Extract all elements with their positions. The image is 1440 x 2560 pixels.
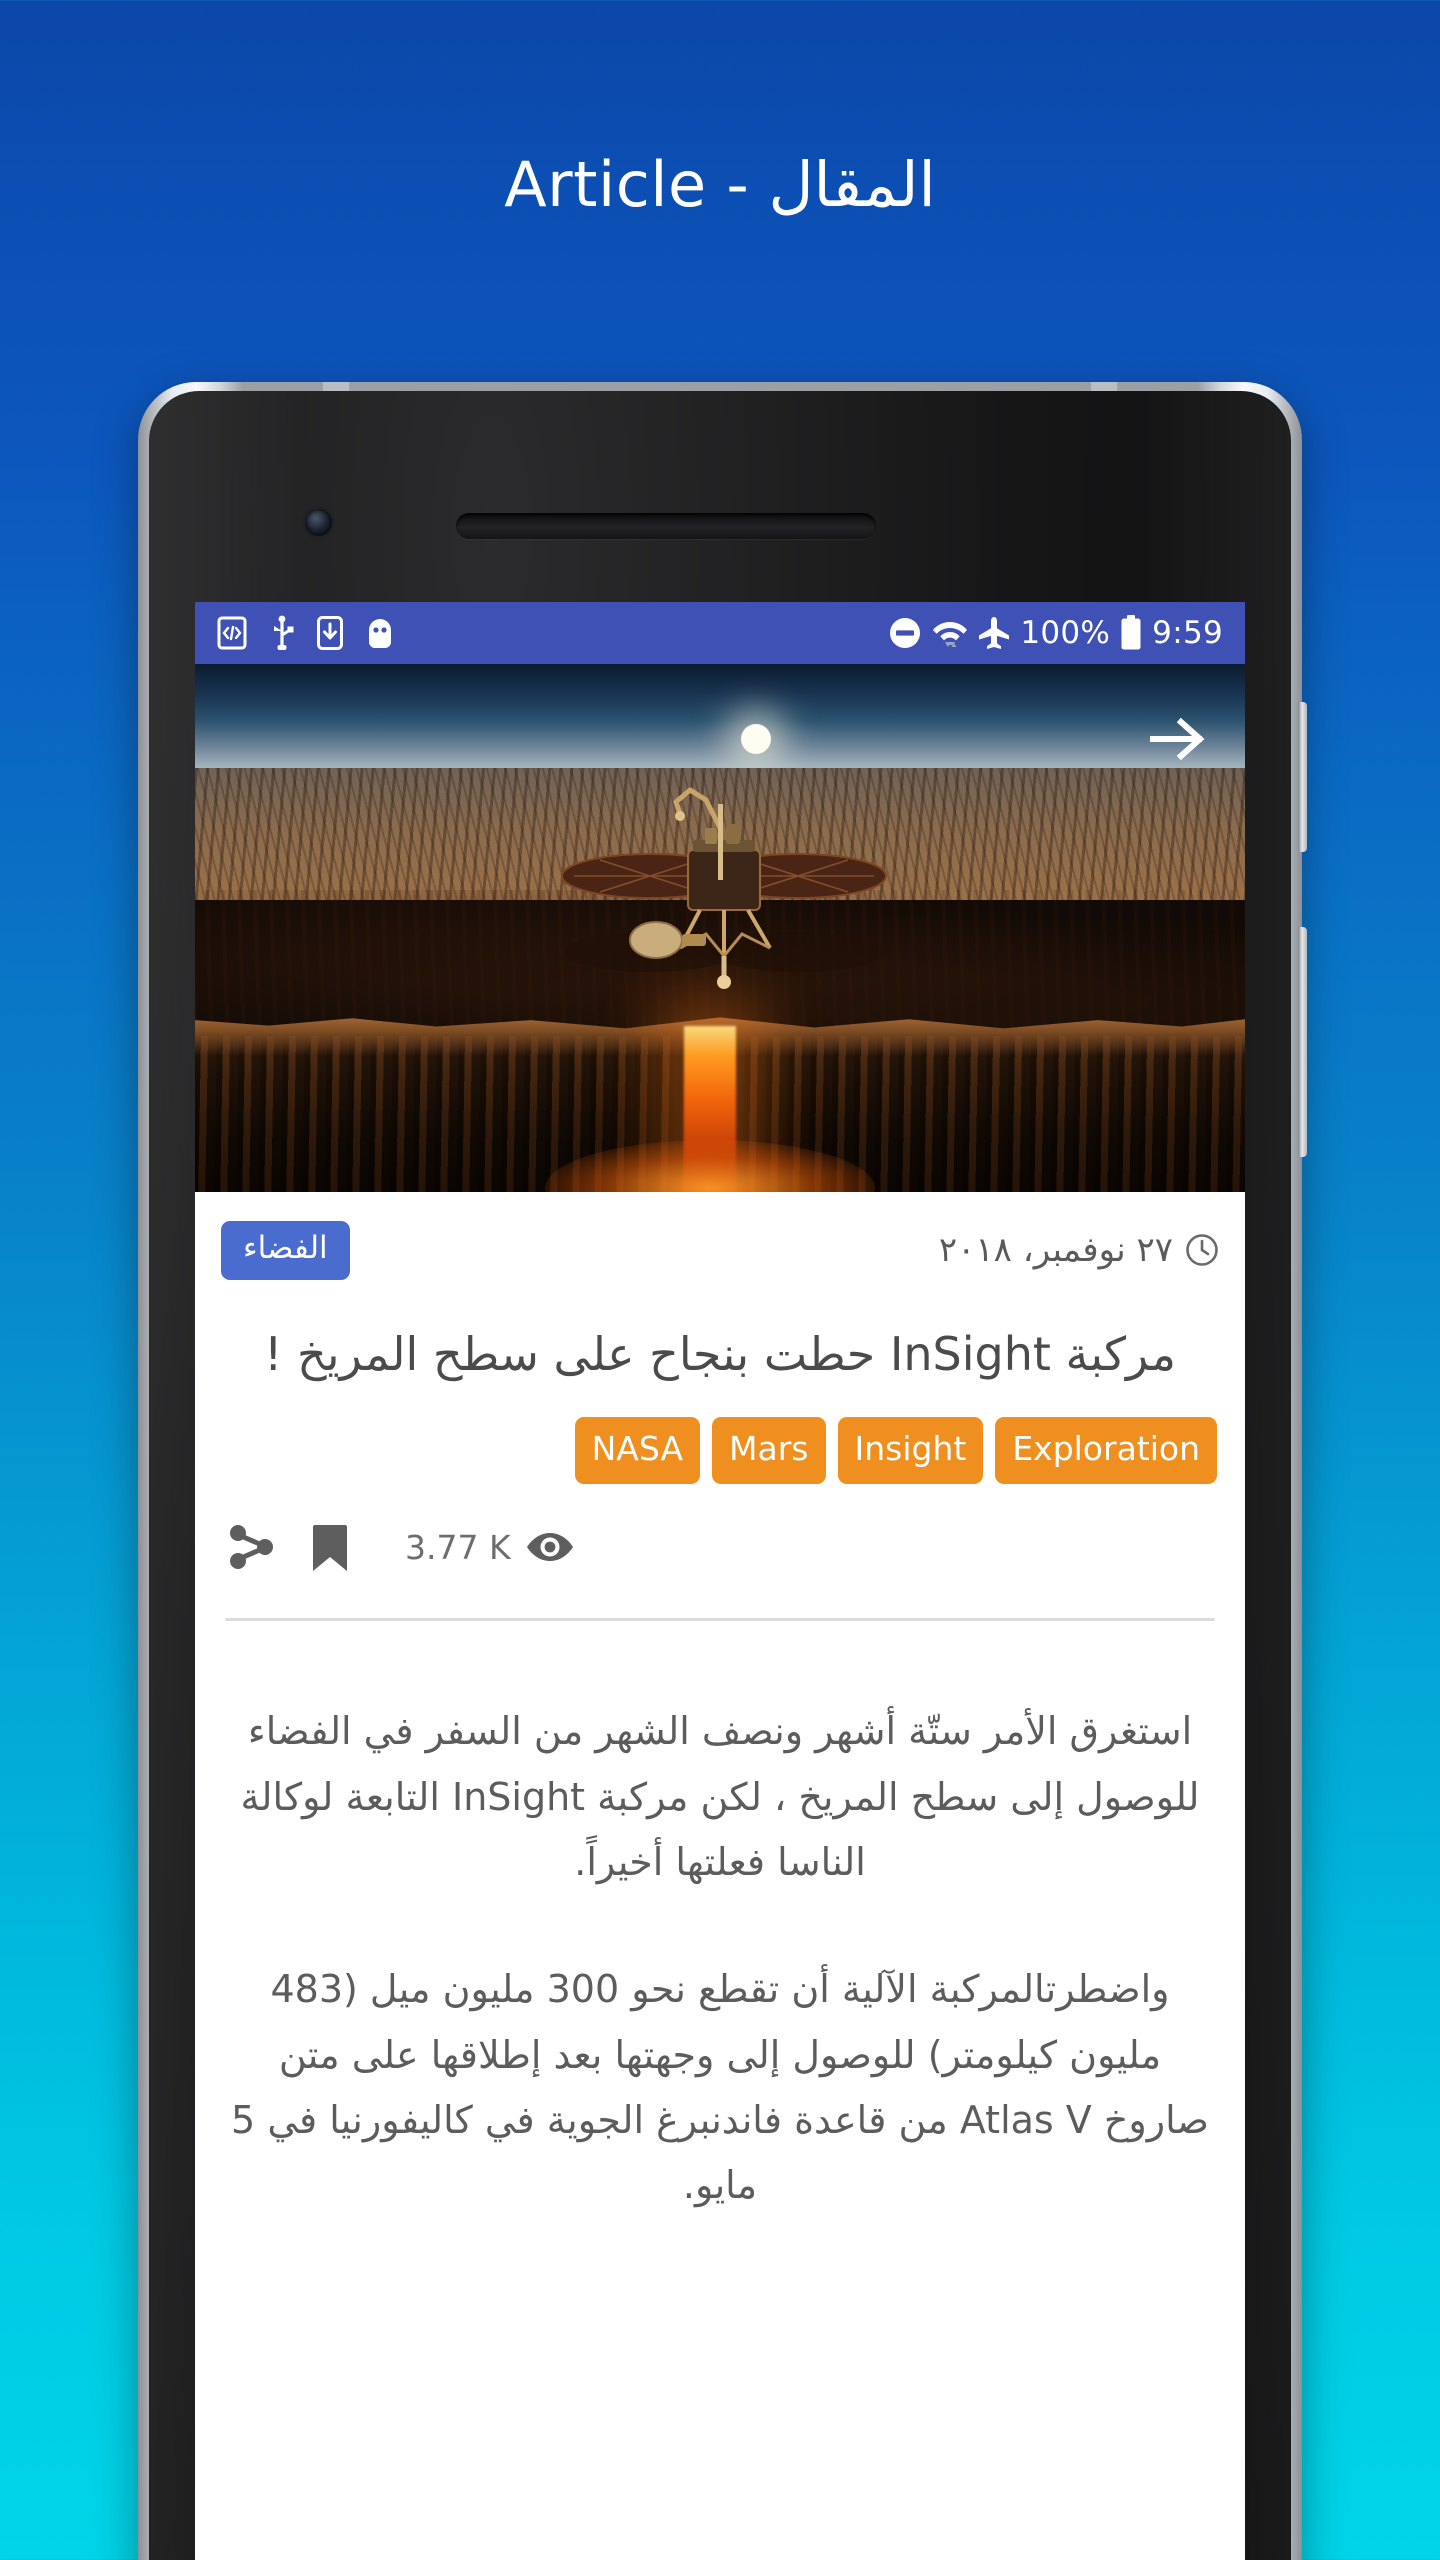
hero-sun [741, 724, 771, 754]
do-not-disturb-icon [890, 618, 921, 648]
android-head-icon [369, 619, 391, 648]
article-meta-row: ٢٧ نوفمبر، ٢٠١٨ الفضاء [221, 1192, 1219, 1308]
front-camera-icon [305, 509, 332, 536]
views-counter: 3.77 K [405, 1528, 575, 1567]
developer-mode-icon [217, 616, 247, 650]
download-icon [317, 616, 343, 650]
power-button[interactable] [1298, 927, 1307, 1157]
tag-chip[interactable]: NASA [574, 1417, 701, 1485]
phone-mockup: 100% 9:59 ٢٧ نوفمبر، ٢٠١٨ الفضاء مركبة I… [138, 382, 1307, 2560]
article-tags: NASA Mars Insight Exploration [221, 1391, 1219, 1485]
article-date-label: ٢٧ نوفمبر، ٢٠١٨ [938, 1230, 1173, 1270]
article-title: مركبة InSight حطت بنجاح على سطح المريخ ! [263, 1327, 1177, 1381]
tag-chip[interactable]: Insight [837, 1417, 984, 1485]
tag-chip[interactable]: Mars [712, 1417, 826, 1485]
views-count-label: 3.77 K [405, 1527, 511, 1567]
clock-icon [1186, 1234, 1218, 1266]
article-card: ٢٧ نوفمبر، ٢٠١٨ الفضاء مركبة InSight حطت… [195, 1192, 1245, 2219]
battery-percent-label: 100% [1020, 615, 1111, 651]
article-hero-image [195, 664, 1245, 1192]
article-actions: 3.77 K [221, 1484, 1219, 1572]
page-title: المقال - Article [504, 148, 936, 221]
phone-screen: 100% 9:59 ٢٧ نوفمبر، ٢٠١٨ الفضاء مركبة I… [195, 602, 1245, 2560]
article-paragraph: استغرق الأمر ستّة أشهر ونصف الشهر من الس… [240, 1709, 1200, 1885]
category-badge[interactable]: الفضاء [221, 1220, 350, 1280]
article-paragraph: واضطرتالمركبة الآلية أن تقطع نحو 300 ملي… [231, 1967, 1209, 2208]
insight-lander-illustration [561, 787, 887, 989]
airplane-mode-icon [979, 617, 1010, 649]
volume-button[interactable] [1298, 702, 1307, 852]
usb-icon [274, 615, 294, 650]
clock-time-label: 9:59 [1152, 615, 1223, 651]
back-button[interactable] [1147, 708, 1209, 770]
arrow-right-icon [1150, 717, 1205, 761]
article-date: ٢٧ نوفمبر، ٢٠١٨ [939, 1230, 1219, 1270]
earpiece-speaker [456, 513, 876, 539]
eye-icon [526, 1533, 573, 1562]
wifi-icon [933, 622, 968, 647]
status-bar: 100% 9:59 [195, 602, 1245, 664]
bookmark-icon[interactable] [311, 1522, 349, 1572]
tag-chip[interactable]: Exploration [995, 1417, 1217, 1485]
section-divider [225, 1618, 1215, 1622]
hero-sky [195, 664, 1245, 782]
share-icon[interactable] [227, 1522, 277, 1572]
battery-full-icon [1121, 615, 1141, 650]
